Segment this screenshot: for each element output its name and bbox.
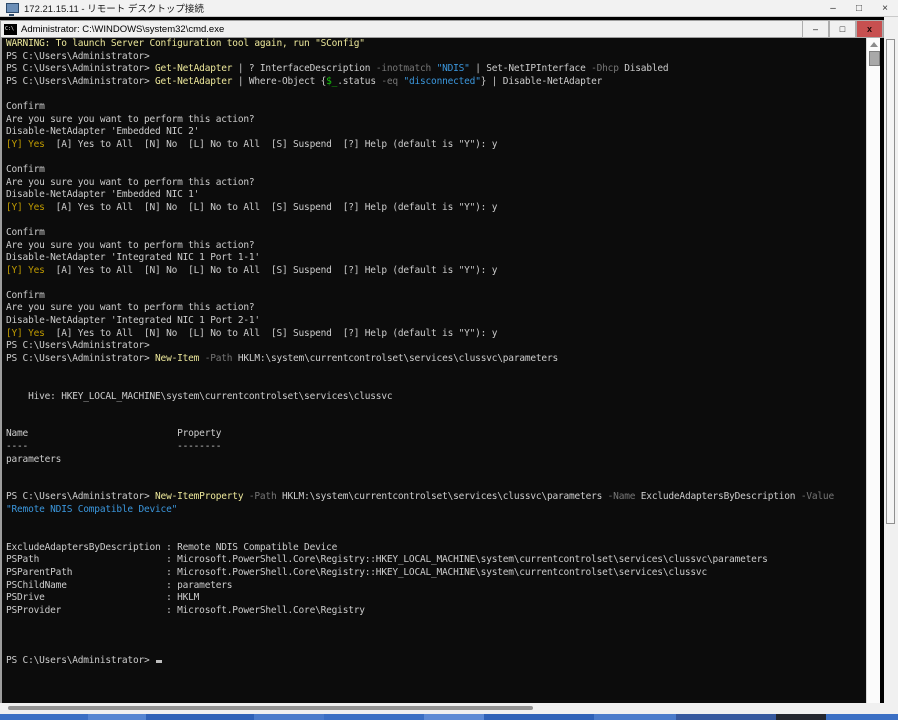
console-output[interactable]: WARNING: To launch Server Configuration … bbox=[0, 38, 866, 703]
rdp-horizontal-scrollbar-thumb[interactable] bbox=[8, 706, 533, 710]
console-line: Name Property bbox=[6, 428, 222, 440]
cmd-icon: C:\ bbox=[4, 23, 17, 35]
console-line: PSPath : Microsoft.PowerShell.Core\Regis… bbox=[6, 554, 768, 566]
console-line: Confirm bbox=[6, 226, 45, 238]
console-line: Are you sure you want to perform this ac… bbox=[6, 239, 255, 251]
taskbar-segment bbox=[88, 714, 146, 720]
console-line: WARNING: To launch Server Configuration … bbox=[6, 38, 365, 49]
console-line: "Remote NDIS Compatible Device" bbox=[6, 503, 178, 515]
console-line: Hive: HKEY_LOCAL_MACHINE\system\currentc… bbox=[6, 390, 393, 402]
console-line: PS C:\Users\Administrator> bbox=[6, 655, 866, 668]
console-line: PSProvider : Microsoft.PowerShell.Core\R… bbox=[6, 604, 365, 616]
cmd-maximize-button[interactable]: □ bbox=[829, 20, 856, 38]
rdp-maximize-button[interactable]: □ bbox=[846, 0, 872, 17]
taskbar-segment bbox=[594, 714, 676, 720]
console-text: WARNING: To launch Server Configuration … bbox=[6, 38, 866, 668]
console-line: PSDrive : HKLM bbox=[6, 592, 200, 604]
console-line: [Y] Yes [A] Yes to All [N] No [L] No to … bbox=[6, 264, 498, 276]
cmd-titlebar[interactable]: C:\ Administrator: C:\WINDOWS\system32\c… bbox=[0, 20, 884, 38]
console-line: Are you sure you want to perform this ac… bbox=[6, 302, 255, 314]
console-line: PS C:\Users\Administrator> bbox=[6, 340, 150, 352]
console-line: Confirm bbox=[6, 163, 45, 175]
taskbar-strip[interactable] bbox=[0, 714, 898, 720]
taskbar-segment bbox=[826, 714, 898, 720]
console-vertical-scrollbar[interactable] bbox=[866, 38, 880, 703]
console-scrollbar-thumb[interactable] bbox=[869, 51, 880, 66]
console-line: PS C:\Users\Administrator> Get-NetAdapte… bbox=[6, 63, 669, 75]
console-line: [Y] Yes [A] Yes to All [N] No [L] No to … bbox=[6, 201, 498, 213]
console-line: Disable-NetAdapter 'Embedded NIC 2' bbox=[6, 126, 200, 138]
taskbar-segment bbox=[776, 714, 826, 720]
taskbar-segment bbox=[0, 714, 88, 720]
rdp-titlebar[interactable]: 172.21.15.11 - リモート デスクトップ接続 – □ × bbox=[0, 0, 898, 17]
taskbar-segment bbox=[424, 714, 484, 720]
remote-desktop-icon bbox=[6, 3, 19, 16]
rdp-vertical-scrollbar[interactable] bbox=[884, 17, 898, 703]
console-line: ---- -------- bbox=[6, 441, 222, 452]
console-line: Disable-NetAdapter 'Integrated NIC 1 Por… bbox=[6, 315, 260, 327]
console-line: [Y] Yes [A] Yes to All [N] No [L] No to … bbox=[6, 138, 498, 150]
console-line: PS C:\Users\Administrator> Get-NetAdapte… bbox=[6, 75, 603, 87]
taskbar-segment bbox=[324, 714, 424, 720]
console-line: PSParentPath : Microsoft.PowerShell.Core… bbox=[6, 566, 707, 578]
console-line: [Y] Yes [A] Yes to All [N] No [L] No to … bbox=[6, 327, 498, 339]
cmd-close-button[interactable]: x bbox=[856, 20, 883, 38]
text-cursor bbox=[156, 660, 163, 664]
console-line: Are you sure you want to perform this ac… bbox=[6, 113, 255, 125]
cmd-window-controls: – □ x bbox=[802, 20, 883, 38]
taskbar-segment bbox=[254, 714, 324, 720]
console-line: PS C:\Users\Administrator> New-ItemPrope… bbox=[6, 491, 834, 503]
console-line: parameters bbox=[6, 453, 62, 465]
console-line: Are you sure you want to perform this ac… bbox=[6, 176, 255, 188]
scroll-up-arrow-icon[interactable] bbox=[870, 42, 878, 47]
console-line: Disable-NetAdapter 'Embedded NIC 1' bbox=[6, 189, 200, 201]
cmd-minimize-button[interactable]: – bbox=[802, 20, 829, 38]
console-line: ExcludeAdaptersByDescription : Remote ND… bbox=[6, 541, 338, 553]
scrollbar-corner bbox=[884, 703, 898, 714]
rdp-minimize-button[interactable]: – bbox=[820, 0, 846, 17]
rdp-session-window: 172.21.15.11 - リモート デスクトップ接続 – □ × C:\ A… bbox=[0, 0, 898, 720]
taskbar-segment bbox=[146, 714, 254, 720]
rdp-window-controls: – □ × bbox=[820, 0, 898, 16]
rdp-vertical-scrollbar-thumb[interactable] bbox=[886, 39, 895, 524]
console-line: Confirm bbox=[6, 100, 45, 112]
rdp-window-title: 172.21.15.11 - リモート デスクトップ接続 bbox=[24, 4, 204, 15]
rdp-close-button[interactable]: × bbox=[872, 0, 898, 17]
console-line: PS C:\Users\Administrator> bbox=[6, 50, 150, 62]
taskbar-segment bbox=[676, 714, 776, 720]
console-line: PS C:\Users\Administrator> New-Item -Pat… bbox=[6, 352, 558, 364]
console-line: Disable-NetAdapter 'Integrated NIC 1 Por… bbox=[6, 252, 260, 264]
cmd-window-title: Administrator: C:\WINDOWS\system32\cmd.e… bbox=[21, 23, 225, 35]
console-line: Confirm bbox=[6, 289, 45, 301]
console-line: PSChildName : parameters bbox=[6, 579, 233, 591]
taskbar-segment bbox=[484, 714, 594, 720]
rdp-horizontal-scrollbar[interactable] bbox=[0, 703, 884, 714]
